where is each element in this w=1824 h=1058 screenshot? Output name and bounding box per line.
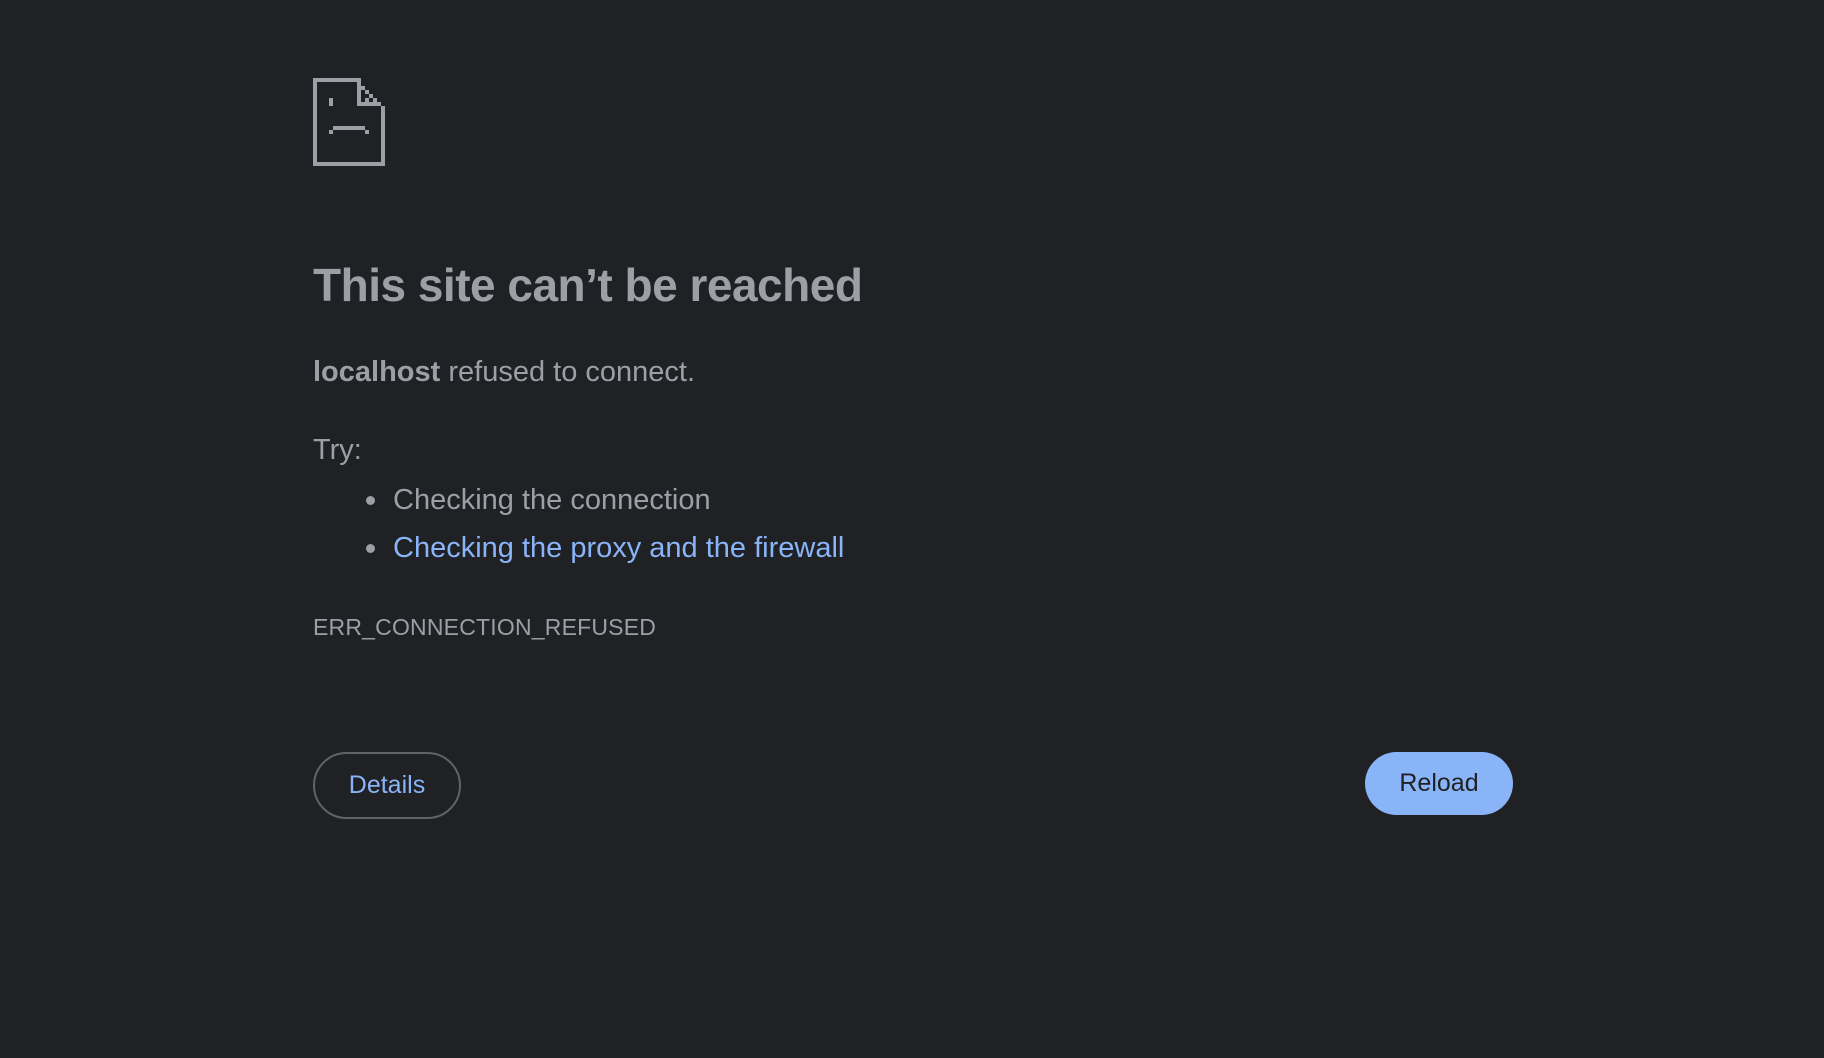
suggestion-check-connection: Checking the connection <box>393 484 711 516</box>
reload-button[interactable]: Reload <box>1365 752 1513 815</box>
sad-document-icon <box>313 78 385 166</box>
try-label: Try: <box>313 434 362 466</box>
details-button[interactable]: Details <box>313 752 461 819</box>
proxy-firewall-link[interactable]: Checking the proxy and the firewall <box>393 532 844 564</box>
bullet-icon <box>366 496 375 505</box>
list-item: Checking the connection <box>313 480 844 528</box>
error-summary: localhost refused to connect. <box>313 356 695 389</box>
error-page: This site can’t be reached localhost ref… <box>0 0 1824 1058</box>
host-name: localhost <box>313 356 441 388</box>
summary-text: refused to connect. <box>440 356 696 388</box>
suggestions-list: Checking the connection Checking the pro… <box>313 480 844 576</box>
list-item: Checking the proxy and the firewall <box>313 528 844 576</box>
error-code: ERR_CONNECTION_REFUSED <box>313 614 657 640</box>
bullet-icon <box>366 544 375 553</box>
page-title: This site can’t be reached <box>313 259 863 311</box>
